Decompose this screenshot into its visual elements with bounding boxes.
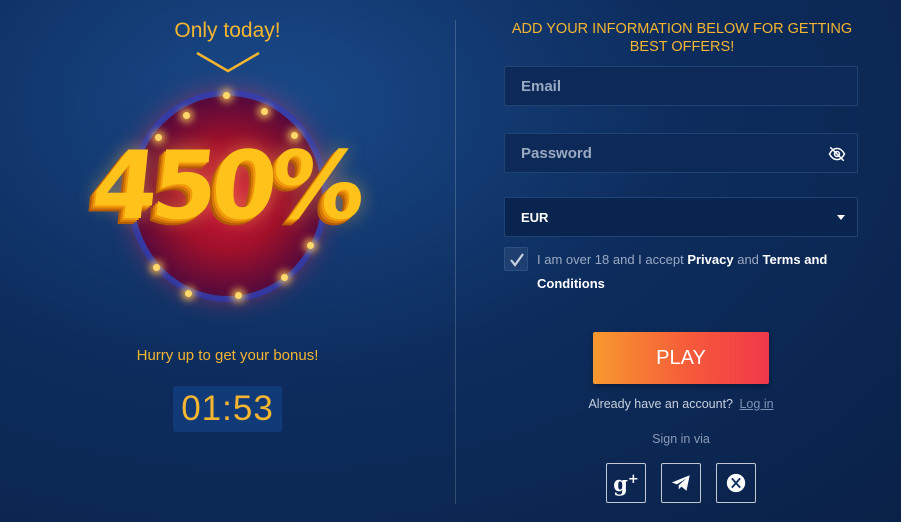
chevron-down-icon	[196, 51, 260, 73]
currency-select[interactable]: EUR	[504, 197, 858, 237]
signin-via-label: Sign in via	[652, 432, 710, 446]
age-terms-checkbox[interactable]	[504, 247, 528, 271]
bonus-illustration: 450%	[85, 92, 367, 314]
email-input[interactable]	[505, 67, 857, 105]
form-title: ADD YOUR INFORMATION BELOW FOR GETTING B…	[511, 21, 853, 55]
already-text: Already have an account?	[588, 397, 733, 411]
signup-form: ADD YOUR INFORMATION BELOW FOR GETTING B…	[456, 0, 901, 522]
telegram-button[interactable]	[661, 463, 701, 503]
eye-slash-icon[interactable]	[828, 145, 846, 163]
light-dot	[183, 112, 190, 119]
x-icon	[726, 473, 746, 493]
light-dot	[261, 108, 268, 115]
promo-headline: Only today!	[174, 19, 281, 42]
hurry-text: Hurry up to get your bonus!	[136, 347, 319, 364]
password-input[interactable]	[505, 134, 857, 172]
currency-value: EUR	[521, 210, 549, 225]
terms-text: I am over 18 and I accept Privacy and Te…	[537, 248, 847, 296]
light-dot	[281, 274, 288, 281]
terms-prefix: I am over 18 and I accept	[537, 252, 684, 267]
light-dot	[235, 292, 242, 299]
checkmark-icon	[510, 253, 524, 267]
login-link[interactable]: Log in	[739, 397, 773, 411]
google-plus-button[interactable]: g+	[606, 463, 646, 503]
light-dot	[185, 290, 192, 297]
caret-down-icon	[837, 215, 845, 220]
terms-and: and	[737, 252, 759, 267]
light-dot	[223, 92, 230, 99]
promo-panel: Only today! 450% Hurry up to get your bo…	[0, 0, 455, 522]
play-button[interactable]: PLAY	[593, 332, 769, 384]
google-plus-icon: g+	[613, 470, 639, 496]
light-dot	[153, 264, 160, 271]
bonus-percentage: 450%	[87, 132, 365, 241]
telegram-icon	[671, 475, 690, 491]
countdown-timer: 01:53	[173, 386, 282, 432]
login-prompt: Already have an account? Log in	[456, 397, 901, 411]
email-field[interactable]	[504, 66, 858, 106]
x-button[interactable]	[716, 463, 756, 503]
password-field[interactable]	[504, 133, 858, 173]
light-dot	[307, 242, 314, 249]
privacy-link[interactable]: Privacy	[687, 252, 733, 267]
